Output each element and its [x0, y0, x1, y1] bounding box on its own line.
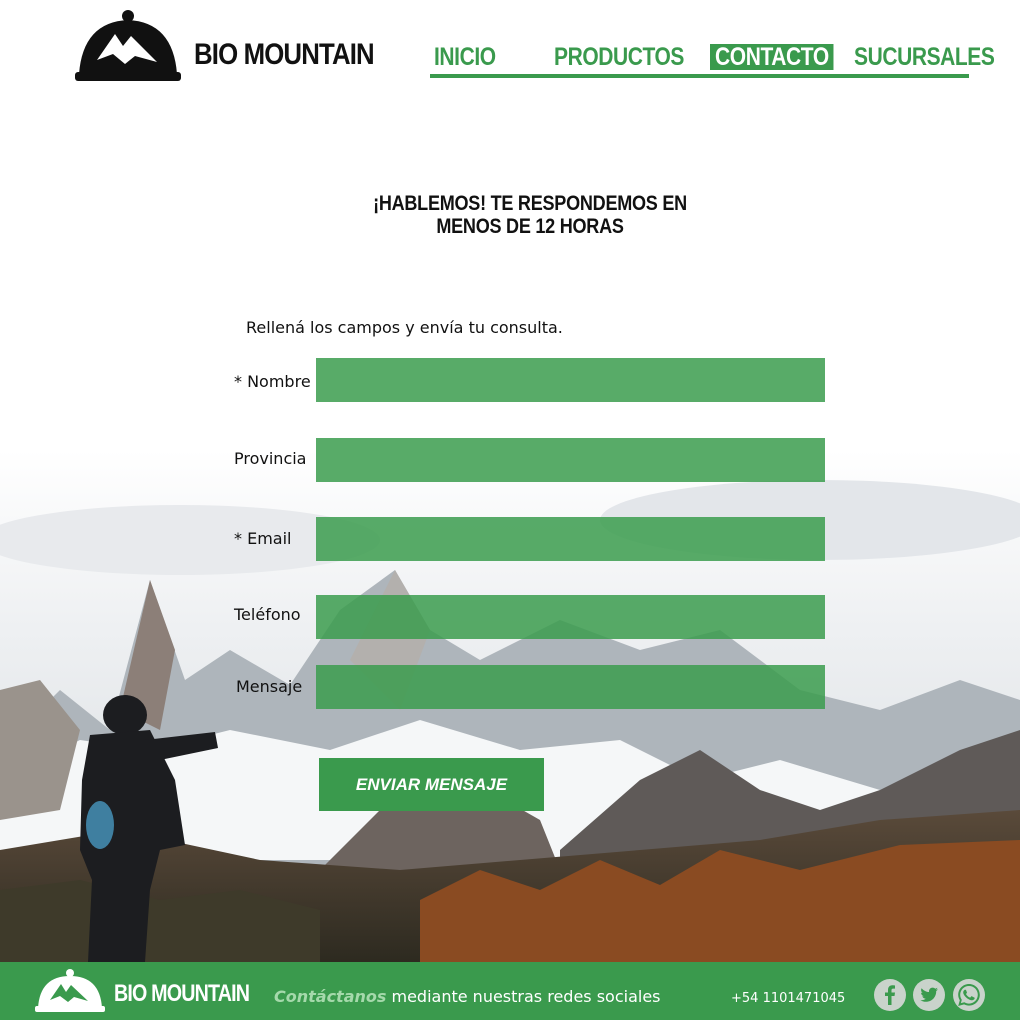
facebook-icon[interactable]: [874, 979, 906, 1011]
nombre-input[interactable]: [316, 358, 825, 402]
brand-name[interactable]: BIO MOUNTAIN: [194, 38, 375, 72]
provincia-input[interactable]: [316, 438, 825, 482]
nav-item-contacto[interactable]: CONTACTO: [710, 44, 834, 70]
nav-item-inicio[interactable]: INICIO: [434, 44, 496, 70]
whatsapp-icon[interactable]: [953, 979, 985, 1011]
nombre-label: * Nombre: [234, 372, 311, 391]
footer-cta: Contáctanos mediante nuestras redes soci…: [274, 987, 661, 1006]
telefono-input[interactable]: [316, 595, 825, 639]
enviar-mensaje-button[interactable]: ENVIAR MENSAJE: [319, 758, 544, 811]
page-title: ¡HABLEMOS! TE RESPONDEMOS EN MENOS DE 12…: [358, 192, 702, 238]
brand-logo-icon[interactable]: [75, 8, 181, 84]
site-footer: BIO MOUNTAIN Contáctanos mediante nuestr…: [0, 962, 1020, 1020]
provincia-label: Provincia: [234, 449, 307, 468]
email-input[interactable]: [316, 517, 825, 561]
main-nav: INICIO PRODUCTOS CONTACTO SUCURSALES: [430, 44, 995, 78]
telefono-label: Teléfono: [234, 605, 301, 624]
footer-logo-icon[interactable]: [34, 968, 106, 1014]
email-label: * Email: [234, 529, 292, 548]
footer-cta-lead[interactable]: Contáctanos: [274, 987, 386, 1006]
footer-cta-text: mediante nuestras redes sociales: [391, 987, 661, 1006]
nav-item-sucursales[interactable]: SUCURSALES: [854, 44, 995, 70]
page-title-line-2: MENOS DE 12 HORAS: [436, 215, 624, 238]
page-title-line-1: ¡HABLEMOS! TE RESPONDEMOS EN: [373, 192, 687, 215]
footer-phone[interactable]: +54 1101471045: [731, 991, 845, 1006]
mensaje-label: Mensaje: [236, 677, 303, 696]
form-intro: Rellená los campos y envía tu consulta.: [246, 318, 563, 337]
nav-item-productos[interactable]: PRODUCTOS: [554, 44, 684, 70]
mensaje-input[interactable]: [316, 665, 825, 709]
footer-brand-name: BIO MOUNTAIN: [114, 980, 250, 1007]
site-header: BIO MOUNTAIN INICIO PRODUCTOS CONTACTO S…: [0, 0, 1020, 110]
twitter-icon[interactable]: [913, 979, 945, 1011]
